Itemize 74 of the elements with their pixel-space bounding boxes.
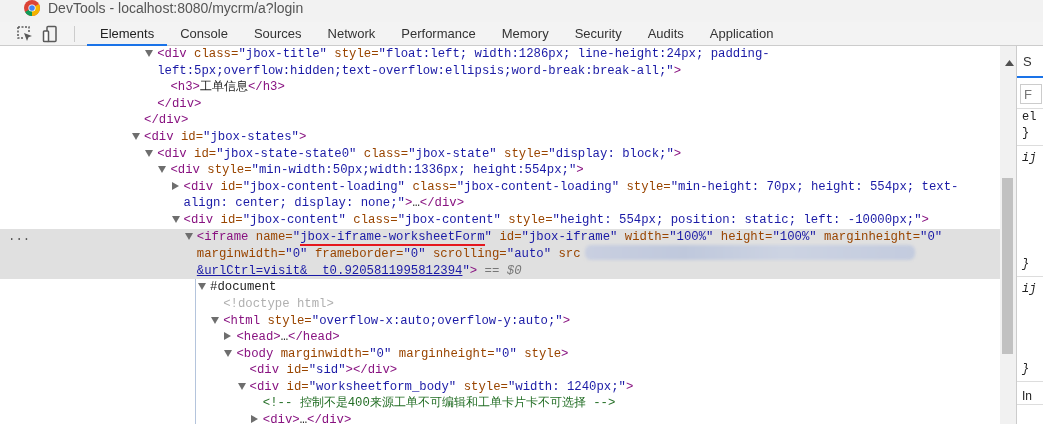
tree-row[interactable]: <div>…</div>: [0, 412, 1000, 424]
element-markup: <!doctype html>: [223, 295, 335, 313]
element-markup: <div id="jbox-state-state0" class="jbox-state" style="display: block;">: [157, 145, 683, 163]
element-markup: <div id="worksheetform_body" style="width: 1240px;">: [249, 378, 635, 396]
browser-logo-icon: [24, 0, 40, 16]
caret-down-icon[interactable]: [158, 166, 167, 174]
caret-right-icon[interactable]: [171, 181, 179, 190]
panel-tab[interactable]: Elements: [87, 23, 168, 46]
caret-down-icon[interactable]: [145, 50, 154, 57]
caret-down-icon[interactable]: [132, 132, 140, 140]
caret-down-icon[interactable]: [198, 283, 206, 291]
panel-tab[interactable]: Security: [561, 23, 635, 46]
panel-tab[interactable]: Audits: [634, 23, 697, 46]
window-title: DevTools - localhost:8080/mycrm/a?login: [48, 0, 304, 16]
caret-down-icon[interactable]: [145, 149, 154, 157]
element-markup: <head>…</head>: [236, 329, 341, 346]
more-button[interactable]: ...: [8, 228, 31, 246]
panel-tab[interactable]: Memory: [488, 23, 562, 46]
style-rule-text: }: [1017, 256, 1043, 277]
filter-field[interactable]: F: [1020, 84, 1042, 104]
tree-row[interactable]: <div class="jbox-title" style="float:left; width:1286px; line-height:24px; padding-left:5px;overflow:hidden;text-overflow:ellipsis;word-break:break-all;">: [0, 46, 1000, 80]
style-rule-text: ij: [1021, 281, 1038, 297]
element-markup: #document: [210, 279, 278, 296]
element-markup: <h3>工单信息</h3>: [170, 79, 286, 96]
caret-down-icon[interactable]: [211, 316, 220, 324]
caret-right-icon[interactable]: [250, 415, 258, 424]
panel-tab[interactable]: Console: [167, 23, 241, 46]
element-markup: <div id="jbox-states">: [144, 128, 308, 146]
tree-row[interactable]: <div id="worksheetform_body" style="width: 1240px;">: [0, 378, 1000, 396]
tree-row[interactable]: [0, 228, 1000, 280]
element-markup: <div class="jbox-title" style="float:left; width:1286px; line-height:24px; padding-left:5px;overflow:hidden;text-overflow:ellipsis;word-break:break-all;">: [157, 46, 771, 80]
caret-down-icon[interactable]: [237, 382, 246, 390]
scrollbar[interactable]: [1000, 46, 1016, 424]
tree-row[interactable]: <div id="jbox-content-loading" class="jbox-content-loading" style="min-height: 70px; height: 554px; text-align: center; display: none;">…</div>: [0, 178, 1000, 212]
tree-row[interactable]: <div id="jbox-states">: [0, 128, 1000, 146]
element-markup: <div id="sid"></div>: [249, 362, 399, 379]
tree-row[interactable]: <!-- 控制不是400来源工单不可编辑和工单卡片卡不可选择 -->: [0, 395, 1000, 413]
device-toolbar-icon[interactable]: [42, 24, 60, 43]
tree-row[interactable]: <div style="min-width:50px;width:1336px; height:554px;">: [0, 162, 1000, 179]
tree-row[interactable]: <html style="overflow-x:auto;overflow-y:auto;">: [0, 312, 1000, 330]
style-rule-text: ij: [1021, 150, 1038, 166]
caret-down-icon[interactable]: [171, 215, 180, 223]
tree-row[interactable]: <div id="sid"></div>: [0, 362, 1000, 379]
element-markup: <html style="overflow-x:auto;overflow-y:auto;">: [223, 312, 572, 330]
style-rule-text: }: [1017, 125, 1043, 146]
tree-row[interactable]: <h3>工单信息</h3>: [0, 79, 1000, 96]
closing-tag: </div>: [157, 96, 202, 111]
panel-tab[interactable]: Sources: [240, 23, 315, 46]
element-markup: <div style="min-width:50px;width:1336px; height:554px;">: [170, 162, 585, 179]
style-rule-text: }: [1017, 361, 1043, 382]
tree-row[interactable]: <body marginwidth="0" marginheight="0" style>: [0, 345, 1000, 363]
scroll-up-icon[interactable]: [1005, 60, 1014, 66]
inspect-element-icon[interactable]: [16, 24, 34, 43]
element-markup: <div id="jbox-content-loading" class="jbox-content-loading" style="min-height: 70px; height: 554px; text-align: center; display: none;">…</div>: [183, 178, 960, 212]
tree-row[interactable]: #document: [0, 279, 1000, 296]
link[interactable]: &urlCtrl=visit&__t0.9205811995812394: [196, 263, 463, 278]
caret-down-icon[interactable]: [184, 232, 193, 240]
element-markup: <!-- 控制不是400来源工单不可编辑和工单卡片卡不可选择 -->: [262, 395, 617, 413]
element-markup: <div>…</div>: [262, 412, 353, 424]
style-rule-text: el: [1021, 109, 1038, 125]
tree-row[interactable]: <div id="jbox-state-state0" class="jbox-state" style="display: block;">: [0, 145, 1000, 163]
caret-down-icon[interactable]: [224, 349, 233, 357]
closing-tag: </div>: [144, 113, 189, 128]
element-markup: <body marginwidth="0" marginheight="0" style>: [236, 345, 570, 363]
tree-row[interactable]: <head>…</head>: [0, 329, 1000, 346]
caret-right-icon[interactable]: [224, 332, 232, 341]
panel-tab[interactable]: Performance: [388, 23, 489, 46]
tree-row[interactable]: <div id="jbox-content" class="jbox-content" style="height: 554px; position: static; left: -10000px;">: [0, 211, 1000, 229]
panel-tab[interactable]: Application: [696, 23, 787, 46]
panel-tab[interactable]: Network: [314, 23, 389, 46]
sidebar-tab[interactable]: S: [1017, 52, 1043, 78]
element-markup: <div id="jbox-content" class="jbox-content" style="height: 554px; position: static; left: -10000px;">: [183, 211, 930, 229]
style-rule-text: In: [1017, 382, 1043, 405]
element-markup: <iframe name="jbox-iframe-worksheetForm" id="jbox-iframe" width="100%" height="100%" marginheight="0" marginwidth="0" frameborder="0" scrolling="auto" src &urlCtrl=visit&__t0.9205811995812394"> == $0: [196, 228, 944, 280]
